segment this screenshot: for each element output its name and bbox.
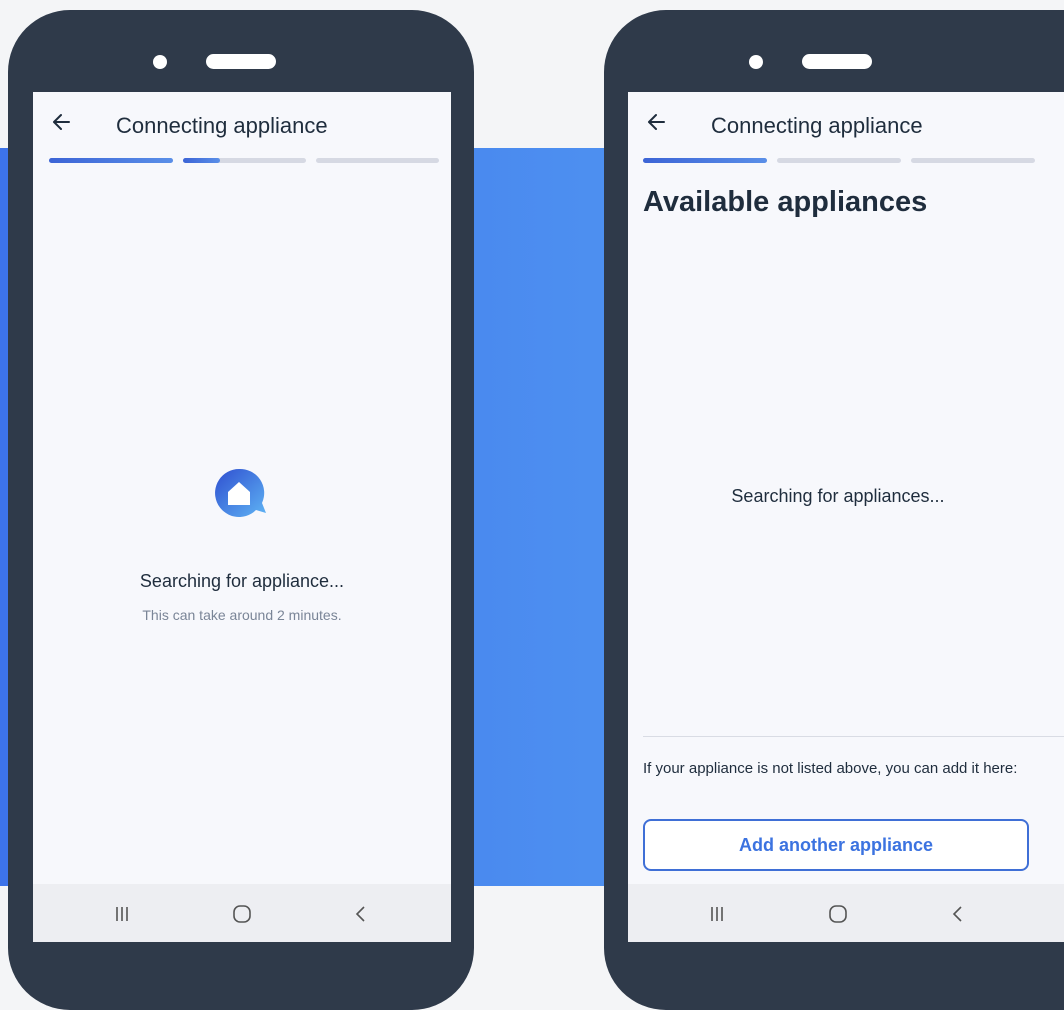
camera-dot [153,55,167,69]
screen-available-appliances: Connecting appliance Available appliance… [628,92,1064,942]
divider [643,736,1064,737]
home-chat-icon [213,466,281,539]
page-title: Connecting appliance [116,113,328,138]
home-icon[interactable] [824,900,852,928]
page-title: Connecting appliance [711,113,923,138]
progress-step-2 [183,158,306,163]
progress-step-3 [316,158,439,163]
speaker-slot [206,54,276,69]
back-icon[interactable] [944,900,972,928]
back-icon[interactable] [347,900,375,928]
app-bar: Connecting appliance [628,92,1064,158]
recent-apps-icon[interactable] [108,900,136,928]
add-appliance-note: If your appliance is not listed above, y… [643,760,1018,777]
app-bar: Connecting appliance [33,92,451,158]
system-navbar [628,884,1064,942]
status-text: Searching for appliance... [139,571,345,591]
recent-apps-icon[interactable] [703,900,731,928]
progress-step-2 [777,158,901,163]
screen-searching: Connecting appliance Searching for appli… [33,92,451,942]
section-heading: Available appliances [643,186,928,218]
add-another-appliance-button[interactable]: Add another appliance [643,819,1029,871]
progress-fill [643,158,767,163]
speaker-slot [802,54,872,69]
back-arrow-icon[interactable] [49,108,77,136]
status-text: Searching for appliances... [731,486,945,506]
progress-fill [49,158,173,163]
camera-dot [749,55,763,69]
progress-step-1 [643,158,767,163]
phone-right: Connecting appliance Available appliance… [604,10,1064,1010]
progress-step-3 [911,158,1035,163]
hint-text: This can take around 2 minutes. [142,607,342,623]
phone-left: Connecting appliance Searching for appli… [8,10,474,1010]
progress-step-1 [49,158,173,163]
system-navbar [33,884,451,942]
home-icon[interactable] [228,900,256,928]
back-arrow-icon[interactable] [644,108,672,136]
progress-fill [183,158,220,163]
